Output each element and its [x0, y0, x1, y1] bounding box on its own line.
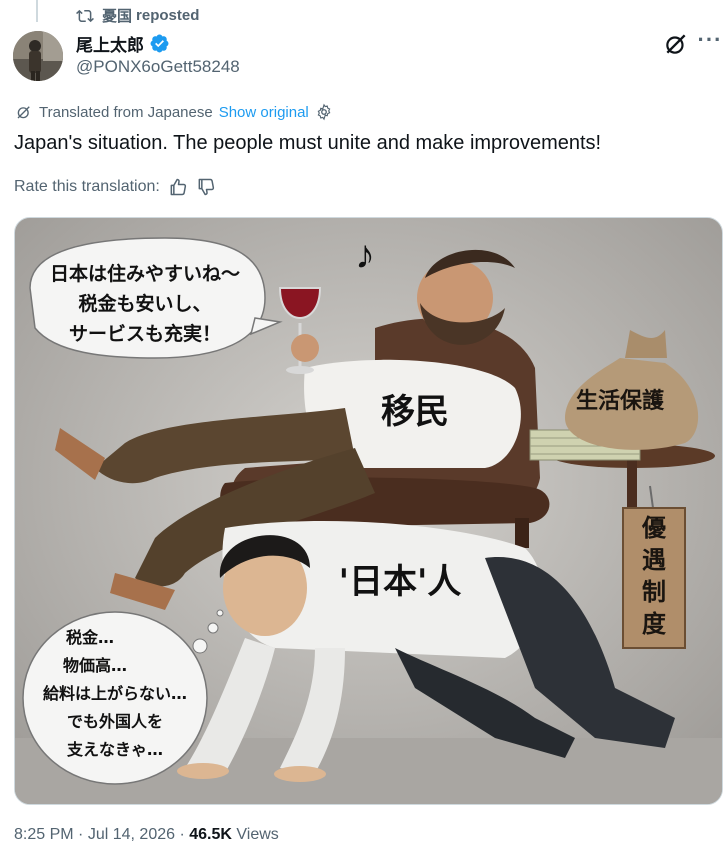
thought-line-1: 税金…	[66, 628, 114, 647]
rate-translation: Rate this translation:	[14, 177, 216, 197]
views-count: 46.5K	[189, 826, 232, 843]
tweet-image[interactable]: 生活保護 優 遇 制 度 移民 ♪ '日本'人 日本は住みやすいね〜 税金も安い…	[14, 217, 723, 805]
tweet-date[interactable]: Jul 14, 2026	[88, 826, 175, 843]
music-note: ♪	[355, 233, 375, 277]
tag-char-3: 制	[642, 578, 666, 606]
thought-line-5: 支えなきゃ…	[66, 740, 163, 759]
more-options-icon[interactable]: ···	[697, 29, 723, 57]
thumbs-down-icon[interactable]	[196, 177, 216, 197]
verified-badge-icon	[150, 34, 169, 53]
repost-label: reposted	[136, 7, 200, 24]
thought-line-3: 給料は上がらない…	[43, 684, 187, 703]
avatar[interactable]	[13, 31, 63, 81]
tweet-meta: 8:25 PM · Jul 14, 2026 · 46.5K Views	[14, 826, 279, 844]
thread-line	[36, 0, 38, 22]
repost-icon	[76, 9, 94, 22]
author-name[interactable]: 尾上太郎	[76, 31, 144, 56]
tag-char-4: 度	[642, 610, 667, 638]
translation-bar: Translated from Japanese Show original	[15, 103, 333, 121]
tag-char-1: 優	[641, 514, 667, 542]
views-label: Views	[236, 826, 279, 843]
show-original-link[interactable]: Show original	[219, 104, 309, 121]
back-label: '日本'人	[339, 562, 462, 602]
meta-sep-1: ·	[78, 826, 84, 843]
speech-line-2: 税金も安いし、	[78, 292, 211, 315]
meta-sep-2: ·	[179, 826, 185, 843]
bag-label: 生活保護	[576, 388, 665, 414]
shirt-label: 移民	[381, 392, 449, 432]
thumbs-up-icon[interactable]	[168, 177, 188, 197]
grok-translate-icon	[17, 106, 30, 119]
speech-line-3: サービスも充実！	[69, 322, 221, 345]
translated-label: Translated from Japanese	[39, 103, 213, 121]
illustration: 生活保護 優 遇 制 度 移民 ♪ '日本'人 日本は住みやすいね〜 税金も安い…	[15, 218, 722, 804]
rate-label: Rate this translation:	[14, 178, 160, 195]
repost-user[interactable]: 憂国	[102, 5, 132, 26]
author-row[interactable]: 尾上太郎	[76, 31, 170, 56]
thought-line-4: でも外国人を	[67, 712, 163, 731]
tweet-time[interactable]: 8:25 PM	[14, 826, 74, 843]
thought-line-2: 物価高…	[63, 656, 127, 675]
grok-icon[interactable]	[663, 31, 689, 57]
speech-line-1: 日本は住みやすいね〜	[50, 262, 240, 285]
repost-indicator[interactable]: 憂国 reposted	[76, 5, 199, 26]
tag-char-2: 遇	[642, 546, 666, 574]
author-handle[interactable]: @PONX6oGett58248	[76, 57, 240, 77]
settings-gear-icon[interactable]	[315, 103, 333, 121]
tweet-text: Japan's situation. The people must unite…	[14, 132, 602, 154]
